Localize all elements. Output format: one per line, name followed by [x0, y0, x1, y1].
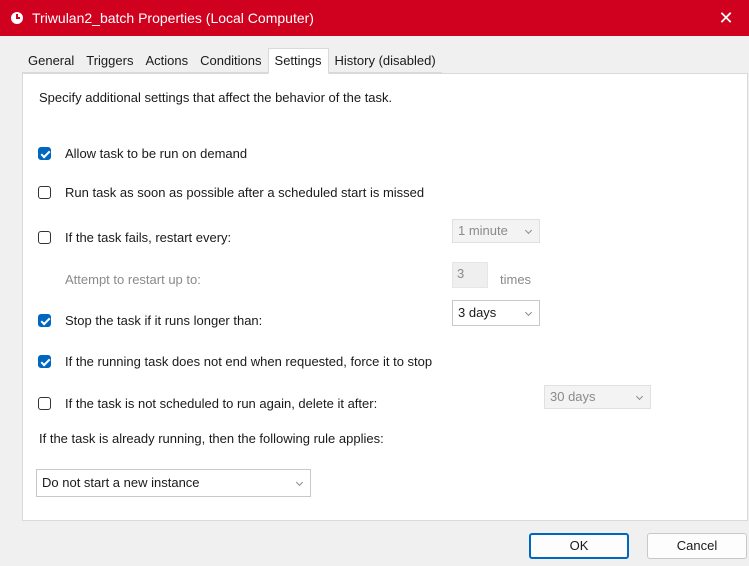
restart-on-fail-checkbox[interactable]: [38, 231, 51, 244]
allow-on-demand-label: Allow task to be run on demand: [65, 146, 248, 161]
close-button[interactable]: ✕: [703, 0, 749, 36]
clock-icon: [11, 12, 23, 24]
chevron-down-icon: [635, 392, 644, 401]
tab-general[interactable]: General: [22, 50, 81, 73]
ok-button[interactable]: OK: [529, 533, 629, 559]
restart-interval-select[interactable]: 1 minute: [452, 219, 540, 243]
stop-if-longer-label: Stop the task if it runs longer than:: [65, 313, 263, 328]
restart-on-fail-label: If the task fails, restart every:: [65, 230, 232, 245]
settings-description: Specify additional settings that affect …: [39, 90, 393, 105]
stop-duration-value: 3 days: [458, 305, 497, 320]
chevron-down-icon: [524, 308, 533, 317]
restart-attempts-suffix: times: [500, 272, 532, 287]
stop-duration-select[interactable]: 3 days: [452, 300, 540, 326]
delete-after-label: If the task is not scheduled to run agai…: [65, 396, 378, 411]
tab-history[interactable]: History (disabled): [328, 50, 442, 73]
allow-on-demand-checkbox[interactable]: [38, 147, 51, 160]
force-stop-label: If the running task does not end when re…: [65, 354, 433, 369]
running-rule-select[interactable]: Do not start a new instance: [36, 469, 311, 497]
restart-interval-value: 1 minute: [458, 223, 508, 238]
tab-strip: General Triggers Actions Conditions Sett…: [22, 48, 442, 74]
tab-actions[interactable]: Actions: [139, 50, 195, 73]
tab-triggers[interactable]: Triggers: [80, 50, 140, 73]
running-rule-value: Do not start a new instance: [42, 475, 200, 490]
tab-conditions[interactable]: Conditions: [194, 50, 268, 73]
delete-after-select[interactable]: 30 days: [544, 385, 651, 409]
running-rule-label: If the task is already running, then the…: [39, 431, 384, 446]
run-missed-label: Run task as soon as possible after a sch…: [65, 185, 425, 200]
title-bar: Triwulan2_batch Properties (Local Comput…: [0, 0, 749, 36]
delete-after-value: 30 days: [550, 389, 596, 404]
chevron-down-icon: [295, 478, 304, 487]
run-missed-checkbox[interactable]: [38, 186, 51, 199]
restart-attempts-input[interactable]: 3: [452, 262, 488, 288]
restart-attempts-label: Attempt to restart up to:: [65, 272, 201, 287]
delete-after-checkbox[interactable]: [38, 397, 51, 410]
cancel-button[interactable]: Cancel: [647, 533, 747, 559]
chevron-down-icon: [524, 226, 533, 235]
window-title: Triwulan2_batch Properties (Local Comput…: [32, 10, 314, 26]
tab-settings[interactable]: Settings: [267, 48, 329, 74]
force-stop-checkbox[interactable]: [38, 355, 51, 368]
settings-panel: Specify additional settings that affect …: [22, 73, 748, 521]
stop-if-longer-checkbox[interactable]: [38, 314, 51, 327]
window-frame: [0, 36, 10, 566]
